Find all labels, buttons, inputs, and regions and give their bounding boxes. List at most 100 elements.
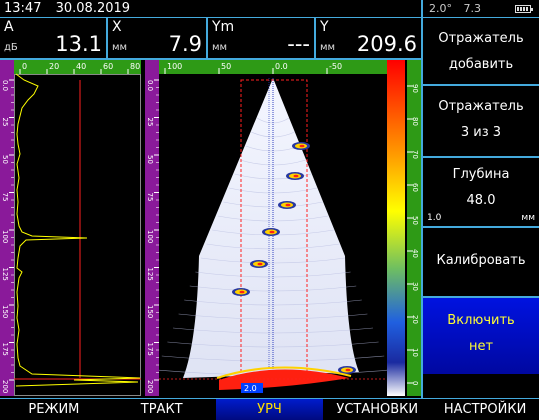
gate-label: 2.0 bbox=[244, 384, 257, 393]
ascan-top-tick-label: 20 bbox=[49, 62, 59, 71]
ruler-tick-label: 25 bbox=[146, 118, 154, 127]
colorbar-tick-label: 60 bbox=[411, 183, 419, 192]
button-title: Включить bbox=[447, 313, 515, 328]
button-title: Калибровать bbox=[436, 253, 526, 268]
button-value: 3 из 3 bbox=[460, 125, 502, 140]
ascan-top-tick-label: 40 bbox=[76, 62, 86, 71]
sector-top-tick-label: 100 bbox=[167, 62, 182, 71]
sector-depth-ruler: 0.0 25 50 75 100 125 150 175 200 bbox=[145, 60, 159, 396]
readout-value: 209.6 bbox=[356, 32, 417, 56]
reflector-select-button[interactable]: Отражатель 3 из 3 bbox=[423, 86, 539, 158]
button-title: Отражатель bbox=[438, 31, 524, 46]
main-menu-tabs: РЕЖИМ ТРАКТ УРЧ УСТАНОВКИ НАСТРОЙКИ bbox=[0, 398, 539, 420]
colorbar-tick-label: 70 bbox=[411, 150, 419, 159]
ruler-tick-label: 0.0 bbox=[146, 80, 154, 91]
sector-scan-image: 100 50 0.0 -50 2.0 bbox=[159, 60, 387, 396]
depth-min: 1.0 bbox=[427, 213, 442, 223]
probe-frequency: 7.3 bbox=[463, 2, 482, 15]
add-reflector-button[interactable]: Отражатель добавить bbox=[423, 18, 539, 86]
probe-angle: 2.0° bbox=[429, 2, 452, 15]
readout-amplitude: A дБ 13.1 bbox=[0, 18, 108, 60]
ruler-tick-label: 150 bbox=[146, 305, 154, 318]
status-bar: 13:47 30.08.2019 bbox=[0, 0, 421, 18]
ascan-frame bbox=[14, 74, 141, 396]
sector-top-tick-label: 50 bbox=[221, 62, 231, 71]
reflector-core bbox=[345, 368, 351, 372]
ruler-tick-label: 125 bbox=[1, 268, 9, 281]
readout-unit: мм bbox=[320, 42, 336, 53]
ruler-tick-label: 125 bbox=[146, 268, 154, 281]
battery-icon bbox=[515, 5, 533, 13]
readout-unit: дБ bbox=[4, 42, 18, 53]
ruler-tick-label: 50 bbox=[146, 155, 154, 164]
readout-label: A bbox=[4, 19, 14, 35]
sector-top-tick-label: -50 bbox=[329, 62, 342, 71]
button-value: нет bbox=[468, 339, 494, 354]
calibrate-button[interactable]: Калибровать bbox=[423, 228, 539, 298]
ruler-tick-label: 100 bbox=[146, 230, 154, 243]
ruler-tick-label: 100 bbox=[1, 230, 9, 243]
ruler-tick-label: 200 bbox=[1, 380, 9, 393]
colorbar-tick-label: 50 bbox=[411, 216, 419, 225]
depth-unit: мм bbox=[521, 213, 535, 223]
readout-x: X мм 7.9 bbox=[108, 18, 208, 60]
colorbar-tick-label: 40 bbox=[411, 249, 419, 258]
colorbar-scale bbox=[407, 60, 421, 396]
ruler-tick-label: 75 bbox=[1, 193, 9, 202]
readout-y: Y мм 209.6 bbox=[316, 18, 421, 60]
tab-setup[interactable]: УСТАНОВКИ bbox=[323, 399, 431, 420]
ascan-top-tick-label: 80 bbox=[130, 62, 140, 71]
ascan-signal-trace bbox=[15, 73, 141, 387]
ruler-tick-label: 75 bbox=[146, 193, 154, 202]
ruler-tick-label: 200 bbox=[146, 380, 154, 393]
colorbar-tick-label: 90 bbox=[411, 84, 419, 93]
ascan-panel: 0 20 40 60 80 bbox=[14, 60, 141, 396]
date: 30.08.2019 bbox=[55, 1, 131, 16]
ruler-tick-label: 175 bbox=[146, 343, 154, 356]
ascan-top-tick-label: 0 bbox=[22, 62, 27, 71]
ruler-tick-label: 25 bbox=[1, 118, 9, 127]
readout-label: X bbox=[112, 19, 122, 35]
button-value: 48.0 bbox=[466, 193, 496, 208]
clock: 13:47 bbox=[4, 1, 42, 16]
reflector-core bbox=[257, 262, 263, 266]
reflector-core bbox=[293, 174, 299, 178]
amplitude-colorbar: 90 80 70 60 50 40 30 20 10 0 bbox=[387, 60, 421, 396]
tab-settings[interactable]: НАСТРОЙКИ bbox=[431, 399, 539, 420]
colorbar-tick-label: 0 bbox=[411, 381, 419, 385]
ascan-top-tick-label: 60 bbox=[103, 62, 113, 71]
readout-label: Y bbox=[320, 19, 329, 35]
readout-unit: мм bbox=[112, 42, 128, 53]
reflector-core bbox=[285, 203, 291, 207]
tab-gain[interactable]: УРЧ bbox=[215, 399, 324, 420]
readout-value: 7.9 bbox=[168, 32, 202, 56]
ruler-tick-label: 175 bbox=[1, 343, 9, 356]
reflector-core bbox=[269, 230, 275, 234]
readout-unit: мм bbox=[212, 42, 228, 53]
tab-path[interactable]: ТРАКТ bbox=[108, 399, 216, 420]
readout-ym: Ym мм --- bbox=[208, 18, 316, 60]
button-title: Глубина bbox=[452, 167, 510, 182]
depth-button[interactable]: Глубина 48.0 1.0 мм bbox=[423, 158, 539, 228]
ruler-tick-label: 0.0 bbox=[1, 80, 9, 91]
measurement-readouts: A дБ 13.1 X мм 7.9 Ym мм --- Y мм 209.6 bbox=[0, 18, 421, 60]
ruler-tick-label: 150 bbox=[1, 305, 9, 318]
sector-top-tick-label: 0.0 bbox=[275, 62, 288, 71]
enable-toggle-button[interactable]: Включить нет bbox=[423, 298, 539, 374]
readout-value: 13.1 bbox=[55, 32, 102, 56]
readout-label: Ym bbox=[212, 19, 235, 35]
button-title: Отражатель bbox=[438, 99, 524, 114]
ascan-depth-ruler: 0.0 25 50 75 100 125 150 175 200 bbox=[0, 60, 14, 396]
colorbar-tick-label: 20 bbox=[411, 315, 419, 324]
colorbar-tick-label: 10 bbox=[411, 348, 419, 357]
colorbar-tick-label: 80 bbox=[411, 117, 419, 126]
colorbar-tick-label: 30 bbox=[411, 282, 419, 291]
probe-status: 2.0° 7.3 bbox=[423, 0, 539, 18]
tab-mode[interactable]: РЕЖИМ bbox=[0, 399, 108, 420]
button-value: добавить bbox=[448, 57, 514, 72]
ruler-tick-label: 50 bbox=[1, 155, 9, 164]
colorbar-gradient bbox=[387, 60, 405, 396]
soft-key-panel: 2.0° 7.3 Отражатель добавить Отражатель … bbox=[421, 0, 539, 398]
reflector-core bbox=[299, 144, 305, 148]
reflector-core bbox=[239, 290, 245, 294]
